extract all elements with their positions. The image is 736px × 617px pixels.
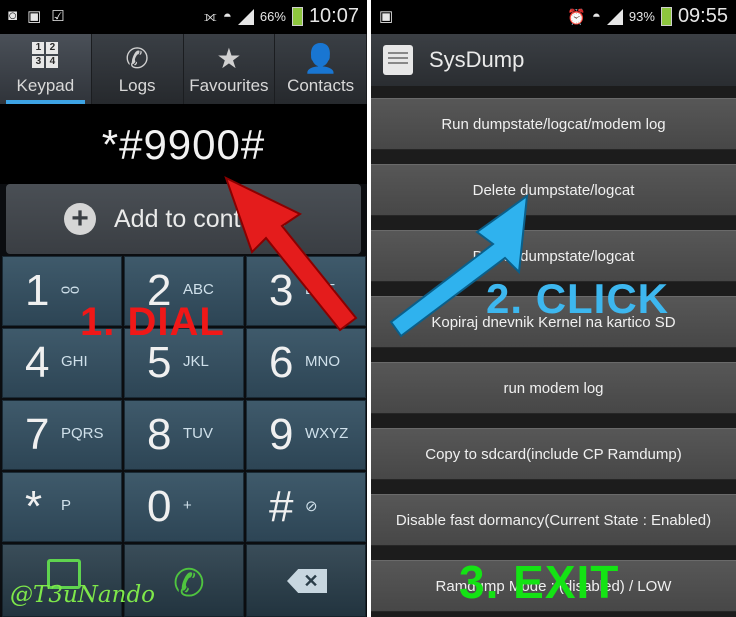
battery-icon (291, 7, 303, 26)
key-digit: 1 (25, 266, 50, 315)
sysdump-app-icon (383, 45, 413, 75)
disable-fast-dormancy-button[interactable]: Disable fast dormancy(Current State : En… (371, 494, 736, 546)
battery-percent: 93% (628, 9, 655, 24)
tab-logs[interactable]: ✆ Logs (92, 34, 184, 104)
key-letters: MNO (305, 353, 340, 370)
wifi-icon: ◓ (222, 8, 232, 25)
key-digit: # (269, 482, 294, 531)
key-digit: 7 (25, 410, 50, 459)
key-0[interactable]: 0 + (124, 472, 244, 542)
add-to-contacts-label: Add to contacts (114, 204, 287, 233)
add-to-contacts-button[interactable]: + Add to contacts (6, 184, 361, 254)
voicemail-icon: ᴑᴑ (61, 281, 80, 298)
status-bar: ◙ ▣ ☑ ⟗ ◓ 66% 10:07 (0, 0, 367, 34)
key-letters: P (61, 497, 72, 514)
run-modem-log-button[interactable]: run modem log (371, 362, 736, 414)
tab-label: Logs (118, 76, 156, 95)
tab-favourites[interactable]: ★ Favourites (184, 34, 276, 104)
keypad-icon: 1234 (32, 42, 59, 68)
clock: 10:07 (308, 5, 359, 27)
wifi-icon: ◓ (591, 8, 601, 25)
tab-keypad[interactable]: 1234 Keypad (0, 34, 92, 104)
key-letters: WXYZ (305, 425, 349, 442)
key-letters: DEF (305, 281, 335, 298)
key-letters: + (183, 497, 192, 514)
key-3[interactable]: 3 DEF (246, 256, 366, 326)
photo-icon: ▣ (27, 8, 42, 25)
dialed-number[interactable]: *#9900# (0, 104, 367, 184)
task-done-icon: ☑ (51, 8, 65, 25)
key-digit: 0 (147, 482, 172, 531)
alarm-icon: ⏰ (567, 8, 586, 26)
click-annotation: 2. CLICK (486, 275, 670, 322)
key-hash[interactable]: # ⊘ (246, 472, 366, 542)
dial-annotation: 1. DIAL (80, 300, 225, 344)
plus-icon: + (64, 203, 96, 235)
delete-dumpstate-button[interactable]: Delete dumpstate/logcat (371, 164, 736, 216)
battery-icon (660, 7, 672, 26)
mute-icon: ⟗ (203, 8, 217, 25)
copy-to-sdcard-button[interactable]: Copy to sdcard(include CP Ramdump) (371, 428, 736, 480)
star-icon: ★ (216, 43, 242, 74)
key-6[interactable]: 6 MNO (246, 328, 366, 398)
backspace-icon: ✕ (287, 569, 327, 593)
phone-log-icon: ✆ (125, 43, 149, 74)
screenshot-icon: ▣ (379, 8, 394, 25)
mute-icon: ⊘ (305, 498, 318, 515)
rss-icon: ◙ (8, 7, 18, 24)
backspace-button[interactable]: ✕ (246, 544, 366, 617)
key-letters: PQRS (61, 425, 104, 442)
tab-label: Keypad (16, 76, 75, 95)
dialer-screen: ◙ ▣ ☑ ⟗ ◓ 66% 10:07 1234 Keypad ✆ Logs ★… (0, 0, 367, 617)
key-letters: ABC (183, 281, 214, 298)
status-bar: ▣ ⏰ ◓ 93% 09:55 (371, 0, 736, 34)
key-digit: 9 (269, 410, 294, 459)
tab-label: Favourites (189, 76, 269, 95)
person-icon: 👤 (303, 43, 339, 74)
key-digit: 4 (25, 338, 50, 387)
key-digit: 6 (269, 338, 294, 387)
app-title: SysDump (429, 47, 525, 72)
key-9[interactable]: 9 WXYZ (246, 400, 366, 470)
battery-percent: 66% (259, 9, 286, 24)
phone-icon: ✆ (173, 563, 205, 605)
key-star[interactable]: * P (2, 472, 122, 542)
exit-annotation: 3. EXIT (459, 556, 620, 608)
tab-contacts[interactable]: 👤 Contacts (275, 34, 367, 104)
key-digit: 8 (147, 410, 172, 459)
signal-icon (606, 8, 623, 25)
tab-label: Contacts (287, 76, 355, 95)
key-digit: 3 (269, 266, 294, 315)
run-dumpstate-button[interactable]: Run dumpstate/logcat/modem log (371, 98, 736, 150)
key-8[interactable]: 8 TUV (124, 400, 244, 470)
key-7[interactable]: 7 PQRS (2, 400, 122, 470)
sysdump-screen: ▣ ⏰ ◓ 93% 09:55 SysDump Run dumpstate/lo… (371, 0, 736, 617)
clock: 09:55 (677, 5, 728, 27)
watermark: @T3uNando (10, 582, 156, 608)
app-title-bar: SysDump (371, 34, 736, 86)
key-letters: JKL (183, 353, 209, 370)
key-letters: GHI (61, 353, 88, 370)
signal-icon (237, 8, 254, 25)
key-digit: * (25, 482, 43, 531)
key-letters: TUV (183, 425, 213, 442)
dialer-tabs: 1234 Keypad ✆ Logs ★ Favourites 👤 Contac… (0, 34, 367, 104)
